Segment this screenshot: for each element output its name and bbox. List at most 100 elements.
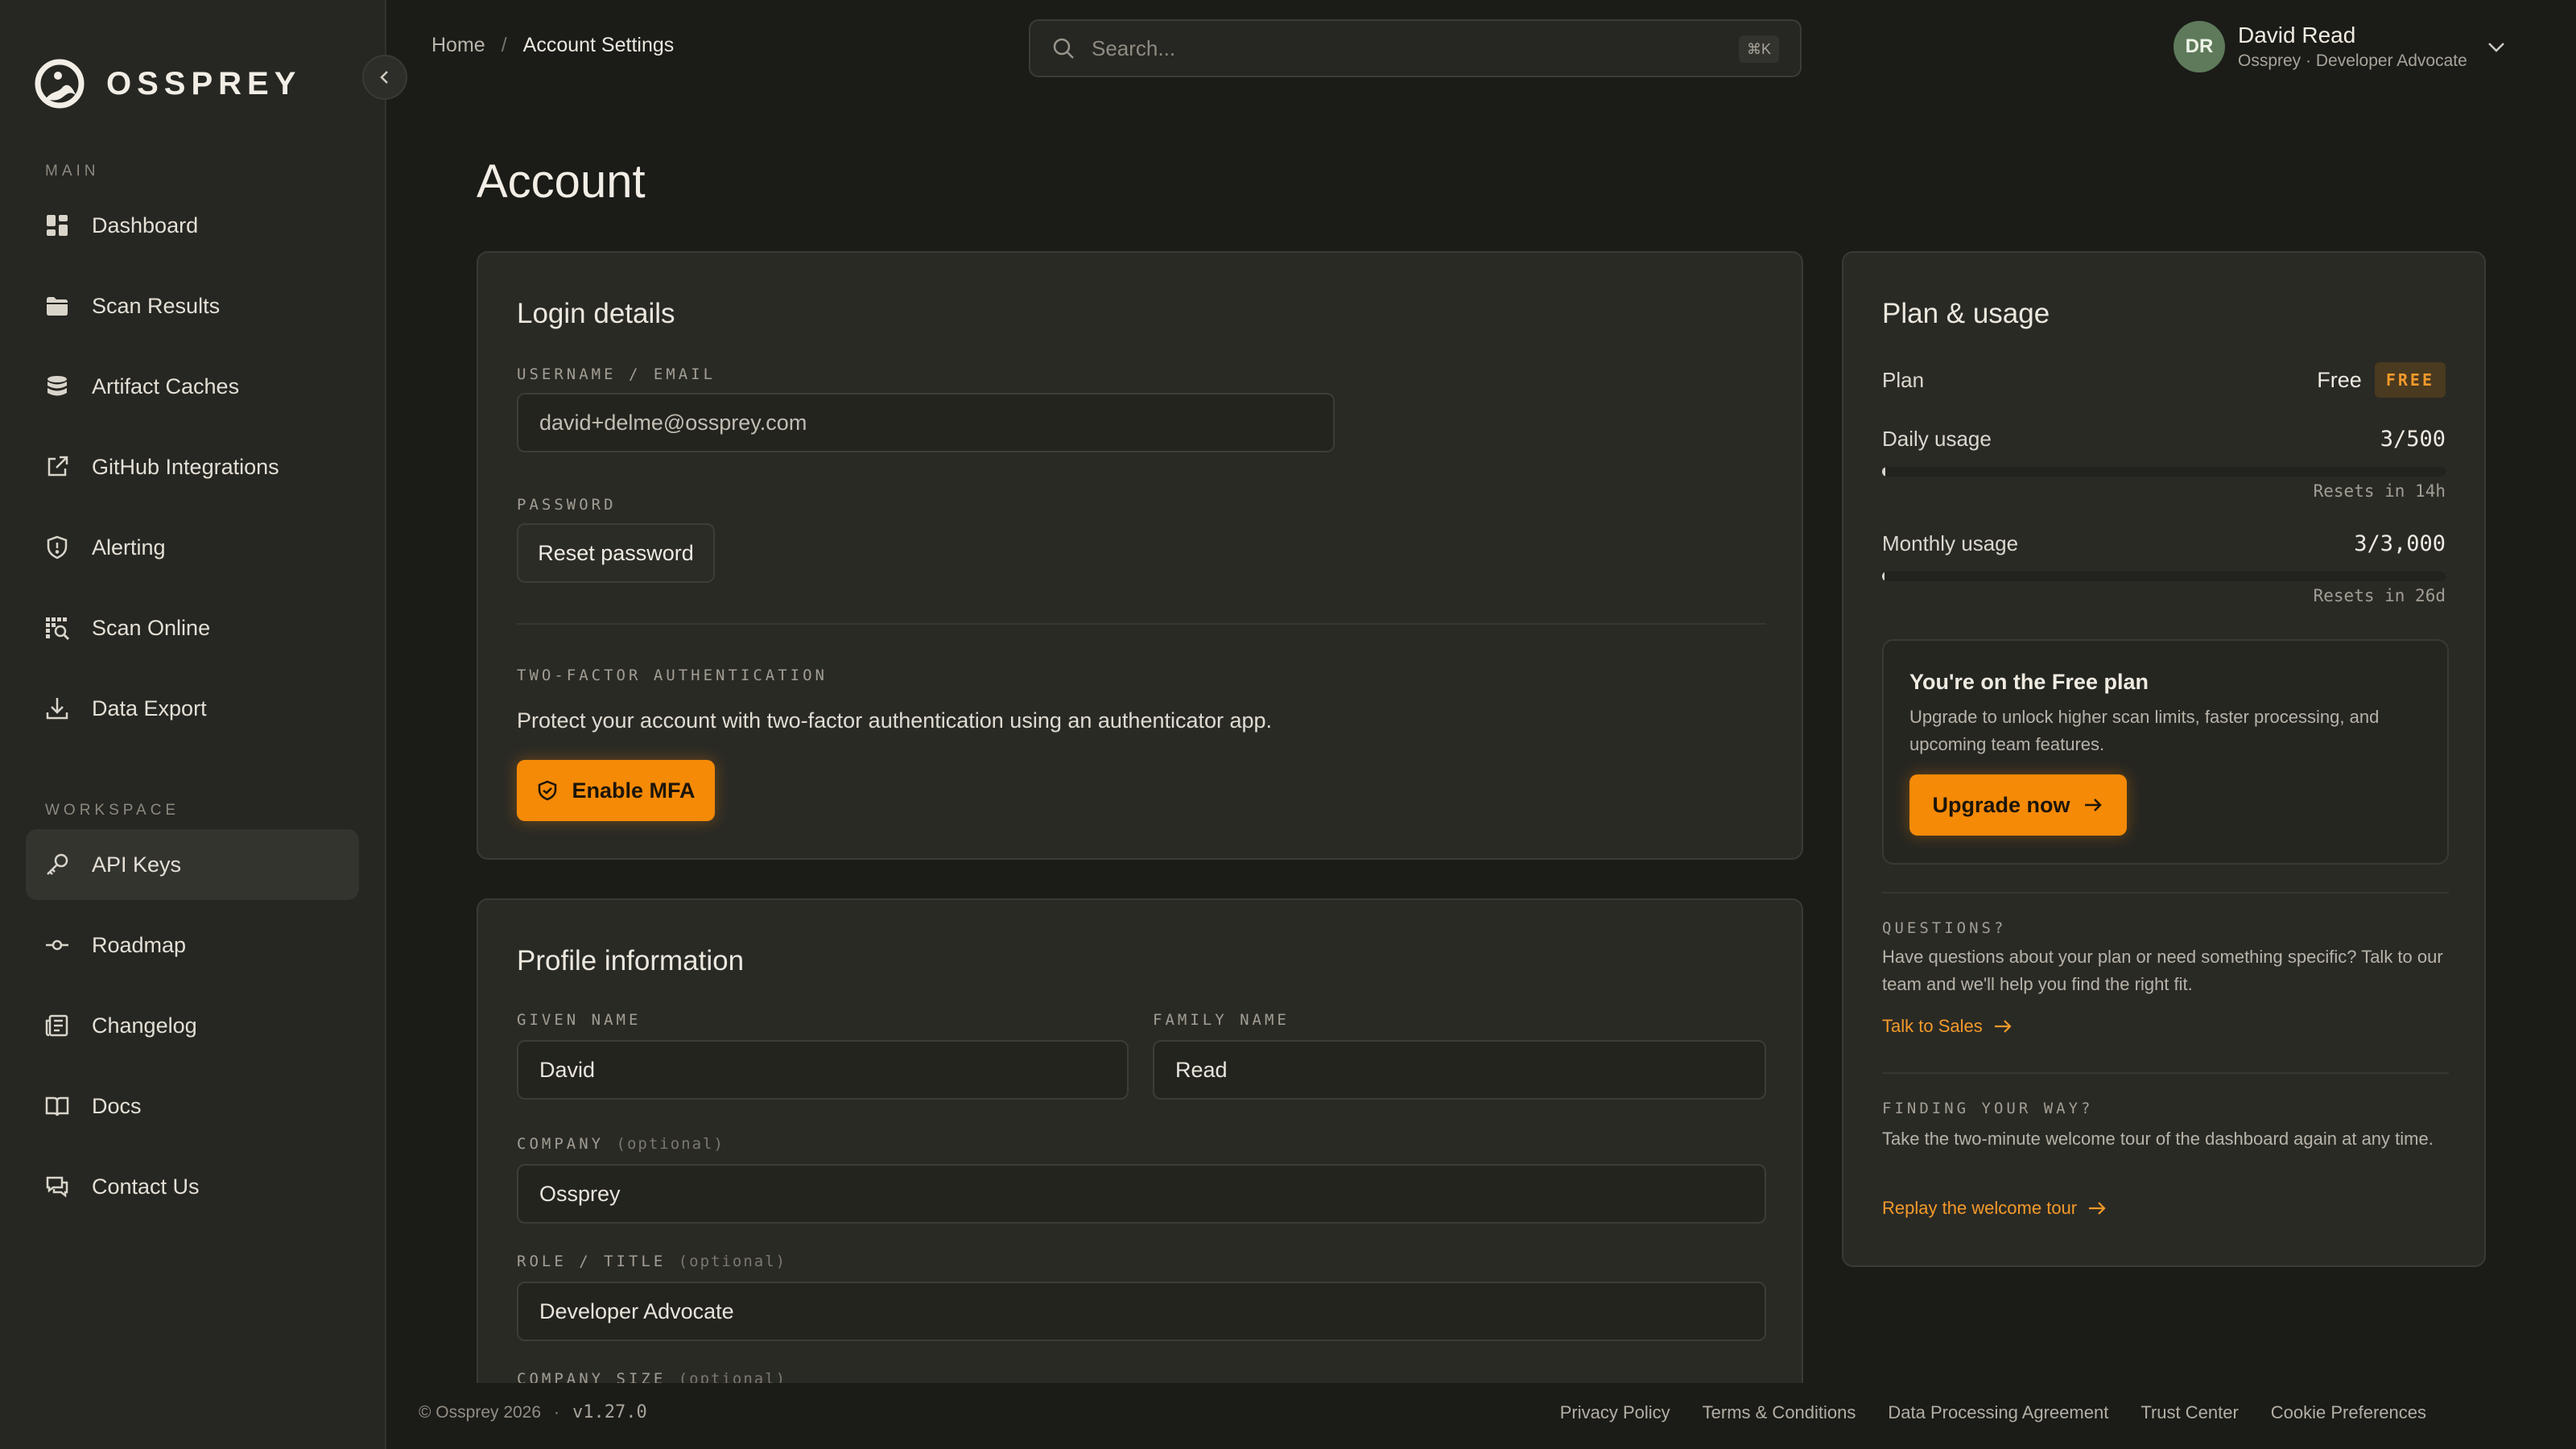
- scan-icon: [43, 614, 71, 642]
- sidebar-item-label: Scan Online: [92, 615, 211, 640]
- sidebar-item-label: Data Export: [92, 696, 207, 720]
- search-input[interactable]: [1092, 35, 1703, 61]
- brand-logo[interactable]: OSSPREY: [34, 58, 301, 109]
- sidebar-item-scan-online[interactable]: Scan Online: [26, 592, 359, 663]
- footer-dot: ·: [554, 1402, 560, 1422]
- footer-links: Privacy Policy Terms & Conditions Data P…: [1528, 1402, 2426, 1423]
- footer-meta: © Ossprey 2026 · v1.27.0: [419, 1402, 647, 1422]
- username-field[interactable]: david+delme@ossprey.com: [517, 393, 1335, 452]
- sidebar-item-roadmap[interactable]: Roadmap: [26, 910, 359, 980]
- monthly-usage-fill: [1882, 572, 1885, 581]
- collapse-sidebar-button[interactable]: [362, 55, 407, 100]
- arrow-right-icon: [2084, 799, 2102, 811]
- dpa-link[interactable]: Data Processing Agreement: [1888, 1402, 2108, 1423]
- sidebar-item-dashboard[interactable]: Dashboard: [26, 190, 359, 261]
- database-icon: [43, 373, 71, 400]
- family-name-label: FAMILY NAME: [1153, 1011, 1290, 1029]
- login-details-title: Login details: [517, 298, 675, 329]
- talk-to-sales-link[interactable]: Talk to Sales: [1882, 1016, 2013, 1037]
- enable-mfa-button[interactable]: Enable MFA: [517, 760, 715, 821]
- cookie-preferences-link[interactable]: Cookie Preferences: [2271, 1402, 2426, 1423]
- company-label: COMPANY (optional): [517, 1135, 724, 1153]
- questions-label: QUESTIONS?: [1882, 919, 2007, 937]
- mfa-label: TWO-FACTOR AUTHENTICATION: [517, 667, 828, 684]
- shield-check-icon: [539, 780, 557, 801]
- upgrade-title: You're on the Free plan: [1909, 670, 2149, 694]
- divider: [1882, 892, 2449, 894]
- sidebar-item-docs[interactable]: Docs: [26, 1071, 359, 1141]
- folder-icon: [43, 292, 71, 320]
- tour-text: Take the two-minute welcome tour of the …: [1882, 1129, 2434, 1149]
- monthly-usage-label: Monthly usage: [1882, 531, 2019, 555]
- divider: [517, 623, 1766, 625]
- sidebar: OSSPREY MAIN Dashboard Scan Results Arti…: [0, 0, 386, 1449]
- sidebar-item-data-export[interactable]: Data Export: [26, 673, 359, 744]
- plan-badge: FREE: [2374, 362, 2446, 398]
- mfa-description: Protect your account with two-factor aut…: [517, 708, 1273, 733]
- sidebar-item-label: API Keys: [92, 852, 182, 877]
- sidebar-item-label: Alerting: [92, 535, 166, 559]
- breadcrumb-separator: /: [501, 34, 507, 56]
- reset-password-button[interactable]: Reset password: [517, 523, 715, 583]
- avatar: DR: [2174, 21, 2225, 72]
- arrow-right-icon: [2089, 1202, 2106, 1215]
- breadcrumb: Home / Account Settings: [431, 34, 674, 57]
- trust-center-link[interactable]: Trust Center: [2140, 1402, 2238, 1423]
- sidebar-item-label: Artifact Caches: [92, 374, 240, 398]
- upgrade-description: Upgrade to unlock higher scan limits, fa…: [1909, 707, 2380, 754]
- family-name-field[interactable]: Read: [1153, 1040, 1766, 1100]
- upgrade-now-label: Upgrade now: [1932, 792, 2070, 817]
- user-name: David Read: [2238, 23, 2356, 47]
- commit-icon: [43, 931, 71, 959]
- sidebar-item-label: GitHub Integrations: [92, 454, 279, 479]
- sidebar-item-artifact-caches[interactable]: Artifact Caches: [26, 351, 359, 422]
- company-field[interactable]: Ossprey: [517, 1164, 1766, 1224]
- daily-usage-label: Daily usage: [1882, 427, 1992, 451]
- copyright: © Ossprey 2026: [419, 1402, 542, 1422]
- monthly-reset-text: Resets in 26d: [2313, 586, 2446, 605]
- upgrade-now-button[interactable]: Upgrade now: [1909, 774, 2127, 836]
- plan-usage-card: Plan & usage Plan Free FREE Daily usage …: [1842, 251, 2486, 1267]
- monthly-usage-bar: [1882, 572, 2446, 581]
- daily-usage-row: Daily usage 3/500: [1882, 427, 2446, 452]
- profile-information-card: Profile information GIVEN NAME David FAM…: [477, 898, 1803, 1449]
- sidebar-item-label: Changelog: [92, 1013, 197, 1038]
- daily-usage-value: 3/500: [2380, 427, 2446, 452]
- privacy-policy-link[interactable]: Privacy Policy: [1560, 1402, 1670, 1423]
- divider: [1882, 1072, 2449, 1074]
- chevron-down-icon: [2487, 43, 2504, 52]
- plan-label: Plan: [1882, 367, 1925, 392]
- download-icon: [43, 695, 71, 722]
- given-name-field[interactable]: David: [517, 1040, 1129, 1100]
- sidebar-item-contact-us[interactable]: Contact Us: [26, 1151, 359, 1222]
- role-field[interactable]: Developer Advocate: [517, 1282, 1766, 1341]
- key-icon: [43, 851, 71, 878]
- chat-icon: [43, 1173, 71, 1200]
- search-bar[interactable]: ⌘K: [1029, 19, 1802, 77]
- daily-reset-text: Resets in 14h: [2313, 481, 2446, 501]
- user-menu[interactable]: DR David Read Ossprey · Developer Advoca…: [2174, 21, 2508, 72]
- sidebar-item-label: Contact Us: [92, 1174, 200, 1199]
- user-subtitle: Ossprey · Developer Advocate: [2238, 52, 2467, 70]
- dashboard-icon: [43, 212, 71, 239]
- tour-label: FINDING YOUR WAY?: [1882, 1100, 2094, 1117]
- replay-tour-link[interactable]: Replay the welcome tour: [1882, 1198, 2107, 1219]
- external-link-icon: [43, 453, 71, 481]
- sidebar-item-api-keys[interactable]: API Keys: [26, 829, 359, 900]
- sidebar-item-scan-results[interactable]: Scan Results: [26, 270, 359, 341]
- sidebar-item-alerting[interactable]: Alerting: [26, 512, 359, 583]
- monthly-usage-row: Monthly usage 3/3,000: [1882, 531, 2446, 556]
- password-label: PASSWORD: [517, 496, 617, 514]
- username-label: USERNAME / EMAIL: [517, 365, 716, 383]
- brand-name: OSSPREY: [106, 65, 302, 101]
- sidebar-item-label: Scan Results: [92, 293, 221, 318]
- terms-link[interactable]: Terms & Conditions: [1703, 1402, 1856, 1423]
- talk-to-sales-label: Talk to Sales: [1882, 1016, 1983, 1036]
- breadcrumb-current: Account Settings: [522, 34, 675, 56]
- role-label: ROLE / TITLE (optional): [517, 1253, 787, 1270]
- replay-tour-label: Replay the welcome tour: [1882, 1198, 2078, 1218]
- breadcrumb-home-link[interactable]: Home: [431, 34, 485, 57]
- sidebar-item-changelog[interactable]: Changelog: [26, 990, 359, 1061]
- questions-text: Have questions about your plan or need s…: [1882, 947, 2443, 994]
- sidebar-item-github-integrations[interactable]: GitHub Integrations: [26, 431, 359, 502]
